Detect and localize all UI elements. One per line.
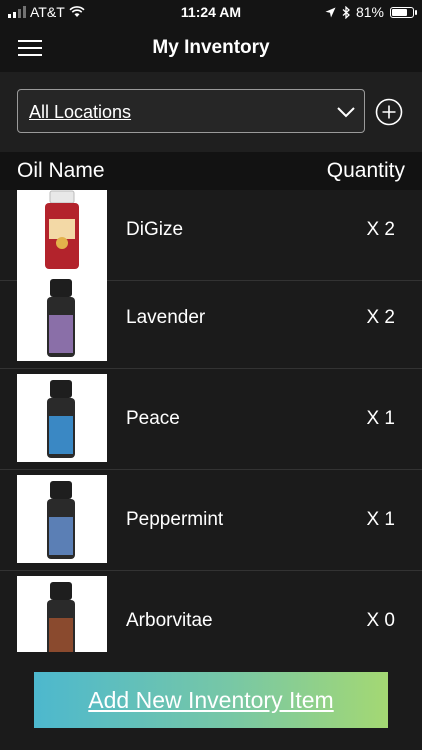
add-inventory-item-label: Add New Inventory Item <box>88 686 334 713</box>
column-header-quantity: Quantity <box>326 159 405 182</box>
battery-percent: 81% <box>355 4 384 20</box>
oil-quantity: X 1 <box>366 408 395 429</box>
oil-bottle-image <box>17 273 107 361</box>
oil-name: Lavender <box>126 307 206 328</box>
oil-name: Peppermint <box>126 509 224 530</box>
inventory-row[interactable]: Lavender X 2 <box>0 268 422 369</box>
location-arrow-icon <box>325 7 336 17</box>
oil-quantity: X 2 <box>366 219 395 240</box>
oil-bottle-image <box>17 475 107 563</box>
oil-name: DiGize <box>126 219 184 240</box>
oil-quantity: X 1 <box>366 509 395 530</box>
location-dropdown[interactable]: All Locations <box>17 89 365 133</box>
oil-bottle-image <box>17 374 107 462</box>
inventory-list[interactable]: DiGize X 2 Lavender X 2 Peace X 1 Pepper… <box>0 190 422 652</box>
nav-bar: My Inventory <box>0 24 422 72</box>
add-location-button[interactable] <box>375 98 403 126</box>
inventory-row[interactable]: Peace X 1 <box>0 369 422 470</box>
oil-quantity: X 2 <box>366 307 395 328</box>
inventory-row[interactable]: Peppermint X 1 <box>0 470 422 571</box>
bottle-icon <box>47 582 75 652</box>
oil-bottle-image <box>17 576 107 652</box>
bottle-icon <box>47 481 75 559</box>
oil-quantity: X 0 <box>366 610 395 631</box>
filter-bar: All Locations <box>0 72 422 152</box>
status-right: 81% <box>325 4 417 20</box>
add-inventory-item-button[interactable]: Add New Inventory Item <box>34 672 388 728</box>
column-header-oil-name: Oil Name <box>17 159 105 182</box>
bottle-icon <box>47 279 75 357</box>
bottom-bar: Add New Inventory Item <box>0 652 422 750</box>
chevron-down-icon <box>337 107 355 118</box>
bluetooth-icon <box>342 5 350 19</box>
location-dropdown-value: All Locations <box>29 102 132 122</box>
oil-name: Arborvitae <box>126 610 213 631</box>
bottle-icon <box>47 380 75 458</box>
page-title: My Inventory <box>152 37 270 58</box>
status-bar: AT&T 11:24 AM 81% <box>0 0 422 24</box>
table-header: Oil Name Quantity <box>0 152 422 190</box>
inventory-row[interactable]: Arborvitae X 0 <box>0 571 422 652</box>
bottle-icon <box>45 190 79 269</box>
battery-icon <box>390 6 417 18</box>
oil-bottle-image <box>17 190 107 273</box>
battery-fill <box>392 8 407 16</box>
oil-name: Peace <box>126 408 180 429</box>
